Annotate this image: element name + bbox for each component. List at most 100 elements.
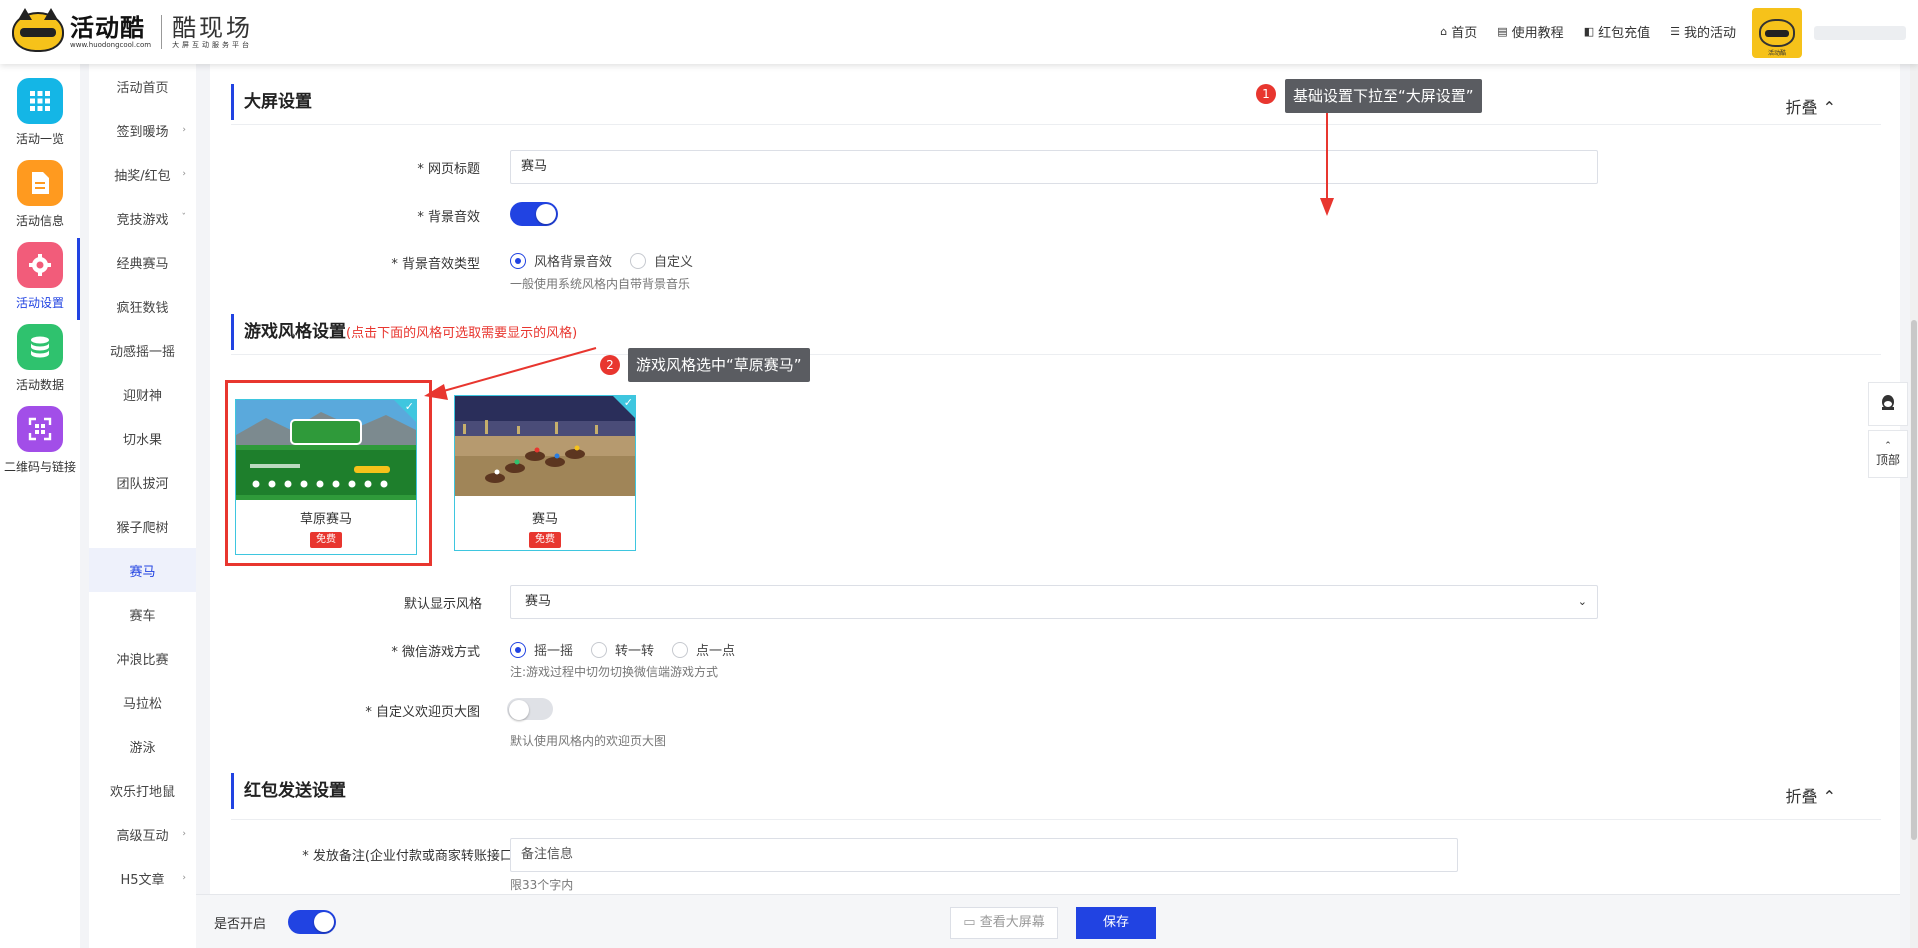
section-title-screen: 大屏设置 xyxy=(231,84,312,120)
qq-service-button[interactable] xyxy=(1868,382,1908,426)
bg-sound-label: * 背景音效 xyxy=(417,210,480,225)
radio-style-sound[interactable] xyxy=(510,252,526,269)
fold-toggle-screen[interactable]: 折叠 ⌃ xyxy=(1786,94,1837,118)
back-to-top-button[interactable]: ⌃ 顶部 xyxy=(1868,430,1908,478)
database-icon xyxy=(17,324,63,370)
nav-home[interactable]: ⌂ 首页 xyxy=(1440,22,1477,41)
tooltip-step-2: 游戏风格选中“草原赛马” xyxy=(628,348,810,382)
page-title-label: * 网页标题 xyxy=(417,162,480,177)
logo[interactable]: 活动酷 www.huodongcool.com 酷现场 大屏互动服务平台 xyxy=(12,8,253,52)
sub-nav-item[interactable]: 疯狂数钱 xyxy=(89,284,196,328)
sub-nav-item[interactable]: 游泳 xyxy=(89,724,196,768)
sub-nav-item[interactable]: 冲浪比赛 xyxy=(89,636,196,680)
style-card-horse-race[interactable]: ✓ 赛马 免费 xyxy=(454,395,636,551)
left-nav-qrcode-links[interactable]: 二维码与链接 xyxy=(0,402,80,482)
list-icon: ☰ xyxy=(1670,25,1680,38)
chevron-right-icon: › xyxy=(182,829,186,839)
left-nav-label: 活动一览 xyxy=(15,132,64,146)
default-style-select[interactable]: 赛马 ⌄ xyxy=(510,585,1598,619)
left-nav-activity-info[interactable]: 活动信息 xyxy=(0,156,80,236)
user-name-blurred[interactable] xyxy=(1814,26,1906,40)
radio-tap[interactable] xyxy=(672,641,689,658)
bg-sound-toggle[interactable] xyxy=(510,202,558,226)
sub-nav-item[interactable]: 猴子爬树 xyxy=(89,504,196,548)
step-badge-1: 1 xyxy=(1256,84,1276,104)
chevron-down-icon: ˇ xyxy=(181,213,187,223)
bottom-bar: 是否开启 ▭ 查看大屏幕 保存 xyxy=(196,894,1900,948)
sub-nav-item[interactable]: 团队拔河 xyxy=(89,460,196,504)
sub-nav-item[interactable]: 经典赛马 xyxy=(89,240,196,284)
custom-welcome-help: 默认使用风格内的欢迎页大图 xyxy=(510,734,667,748)
save-button[interactable]: 保存 xyxy=(1076,907,1156,939)
radio-rotate[interactable] xyxy=(591,641,608,658)
left-nav: 活动一览 活动信息 活动设置 活动数据 二维码与链接 xyxy=(0,64,80,948)
divider xyxy=(231,124,1881,125)
section-title-style: 游戏风格设置(点击下面的风格可选取需要显示的风格) xyxy=(231,314,577,350)
settings-content: 大屏设置 折叠 ⌃ * 网页标题 赛马 * 背景音效 * 背景音效类型 风格背景… xyxy=(210,64,1900,894)
sub-nav-item[interactable]: 动感摇一摇 xyxy=(89,328,196,372)
left-nav-activity-settings[interactable]: 活动设置 xyxy=(0,238,80,320)
remark-input[interactable]: 备注信息 xyxy=(510,838,1458,872)
wechat-mode-radios: 摇一摇 转一转 点一点 xyxy=(510,640,745,659)
left-nav-label: 活动数据 xyxy=(15,378,64,392)
left-nav-label: 活动信息 xyxy=(15,214,64,228)
top-bar: 活动酷 www.huodongcool.com 酷现场 大屏互动服务平台 ⌂ 首页… xyxy=(0,0,1918,64)
gear-icon xyxy=(17,242,63,288)
radio-shake[interactable] xyxy=(510,641,526,658)
arrow-up-icon: ⌃ xyxy=(1884,440,1892,451)
sub-nav-item[interactable]: 赛车 xyxy=(89,592,196,636)
divider xyxy=(231,354,1881,355)
monitor-icon: ▭ xyxy=(963,915,976,930)
step-badge-2: 2 xyxy=(600,355,620,375)
chevron-down-icon: ⌄ xyxy=(1577,595,1587,608)
custom-welcome-toggle[interactable] xyxy=(507,698,553,720)
style-name: 赛马 xyxy=(531,512,558,527)
qq-icon xyxy=(1882,395,1894,410)
sub-nav-item[interactable]: 抽奖/红包 › xyxy=(89,152,196,196)
left-nav-activity-list[interactable]: 活动一览 xyxy=(0,74,80,154)
chevron-right-icon: › xyxy=(182,873,186,883)
style-hint: (点击下面的风格可选取需要显示的风格) xyxy=(346,326,578,341)
left-nav-label: 活动设置 xyxy=(15,296,64,310)
fold-toggle-redpacket[interactable]: 折叠 ⌃ xyxy=(1786,783,1837,807)
nav-tutorial[interactable]: ▤ 使用教程 xyxy=(1497,22,1563,41)
sub-nav-item[interactable]: 竞技游戏 ˇ xyxy=(89,196,196,240)
sub-nav-item[interactable]: 签到暖场 › xyxy=(89,108,196,152)
sub-nav: 活动首页 签到暖场 › 抽奖/红包 › 竞技游戏 ˇ 经典赛马 疯狂数钱 动感摇一摇 … xyxy=(89,64,196,948)
grid-icon xyxy=(17,78,63,124)
avatar[interactable]: 活动酷 xyxy=(1752,8,1802,58)
sub-nav-item[interactable]: 欢乐打地鼠 xyxy=(89,768,196,812)
bg-sound-type-help: 一般使用系统风格内自带背景音乐 xyxy=(510,277,691,291)
default-style-label: 默认显示风格 xyxy=(403,597,482,612)
sub-nav-item-active[interactable]: 赛马 xyxy=(89,548,196,592)
bg-sound-type-radios: 风格背景音效 自定义 xyxy=(510,251,703,270)
back-to-top-label: 顶部 xyxy=(1875,452,1900,467)
nav-my-activities[interactable]: ☰ 我的活动 xyxy=(1670,22,1736,41)
wechat-mode-help: 注:游戏过程中切勿切换微信端游戏方式 xyxy=(510,665,719,679)
avatar-cat-icon xyxy=(1759,19,1795,47)
sub-nav-item[interactable]: 马拉松 xyxy=(89,680,196,724)
sub-nav-item[interactable]: 高级互动 › xyxy=(89,812,196,856)
sub-nav-item[interactable]: 迎财神 xyxy=(89,372,196,416)
page-scrollbar-thumb[interactable] xyxy=(1911,320,1917,840)
section-title-redpacket: 红包发送设置 xyxy=(231,773,346,809)
left-nav-label: 二维码与链接 xyxy=(3,460,76,474)
home-icon: ⌂ xyxy=(1440,25,1448,38)
page-title-input[interactable]: 赛马 xyxy=(510,150,1598,184)
sub-nav-item[interactable]: 切水果 xyxy=(89,416,196,460)
radio-custom-sound[interactable] xyxy=(630,252,647,269)
document-icon xyxy=(17,160,63,206)
free-badge: 免费 xyxy=(529,532,561,548)
qrcode-icon xyxy=(17,406,63,452)
remark-help: 限33个字内 xyxy=(510,878,574,892)
logo-url: www.huodongcool.com xyxy=(70,40,152,49)
left-nav-activity-data[interactable]: 活动数据 xyxy=(0,320,80,400)
sub-nav-item[interactable]: H5文章 › xyxy=(89,856,196,900)
nav-recharge[interactable]: ◧ 红包充值 xyxy=(1584,22,1650,41)
preview-screen-button[interactable]: ▭ 查看大屏幕 xyxy=(950,907,1058,939)
avatar-caption: 活动酷 xyxy=(1767,50,1786,57)
sub-nav-item[interactable]: 活动首页 xyxy=(89,64,196,108)
top-nav: ⌂ 首页 ▤ 使用教程 ◧ 红包充值 ☰ 我的活动 xyxy=(1440,22,1736,41)
redpacket-icon: ◧ xyxy=(1583,25,1595,38)
enable-toggle[interactable] xyxy=(288,910,336,934)
